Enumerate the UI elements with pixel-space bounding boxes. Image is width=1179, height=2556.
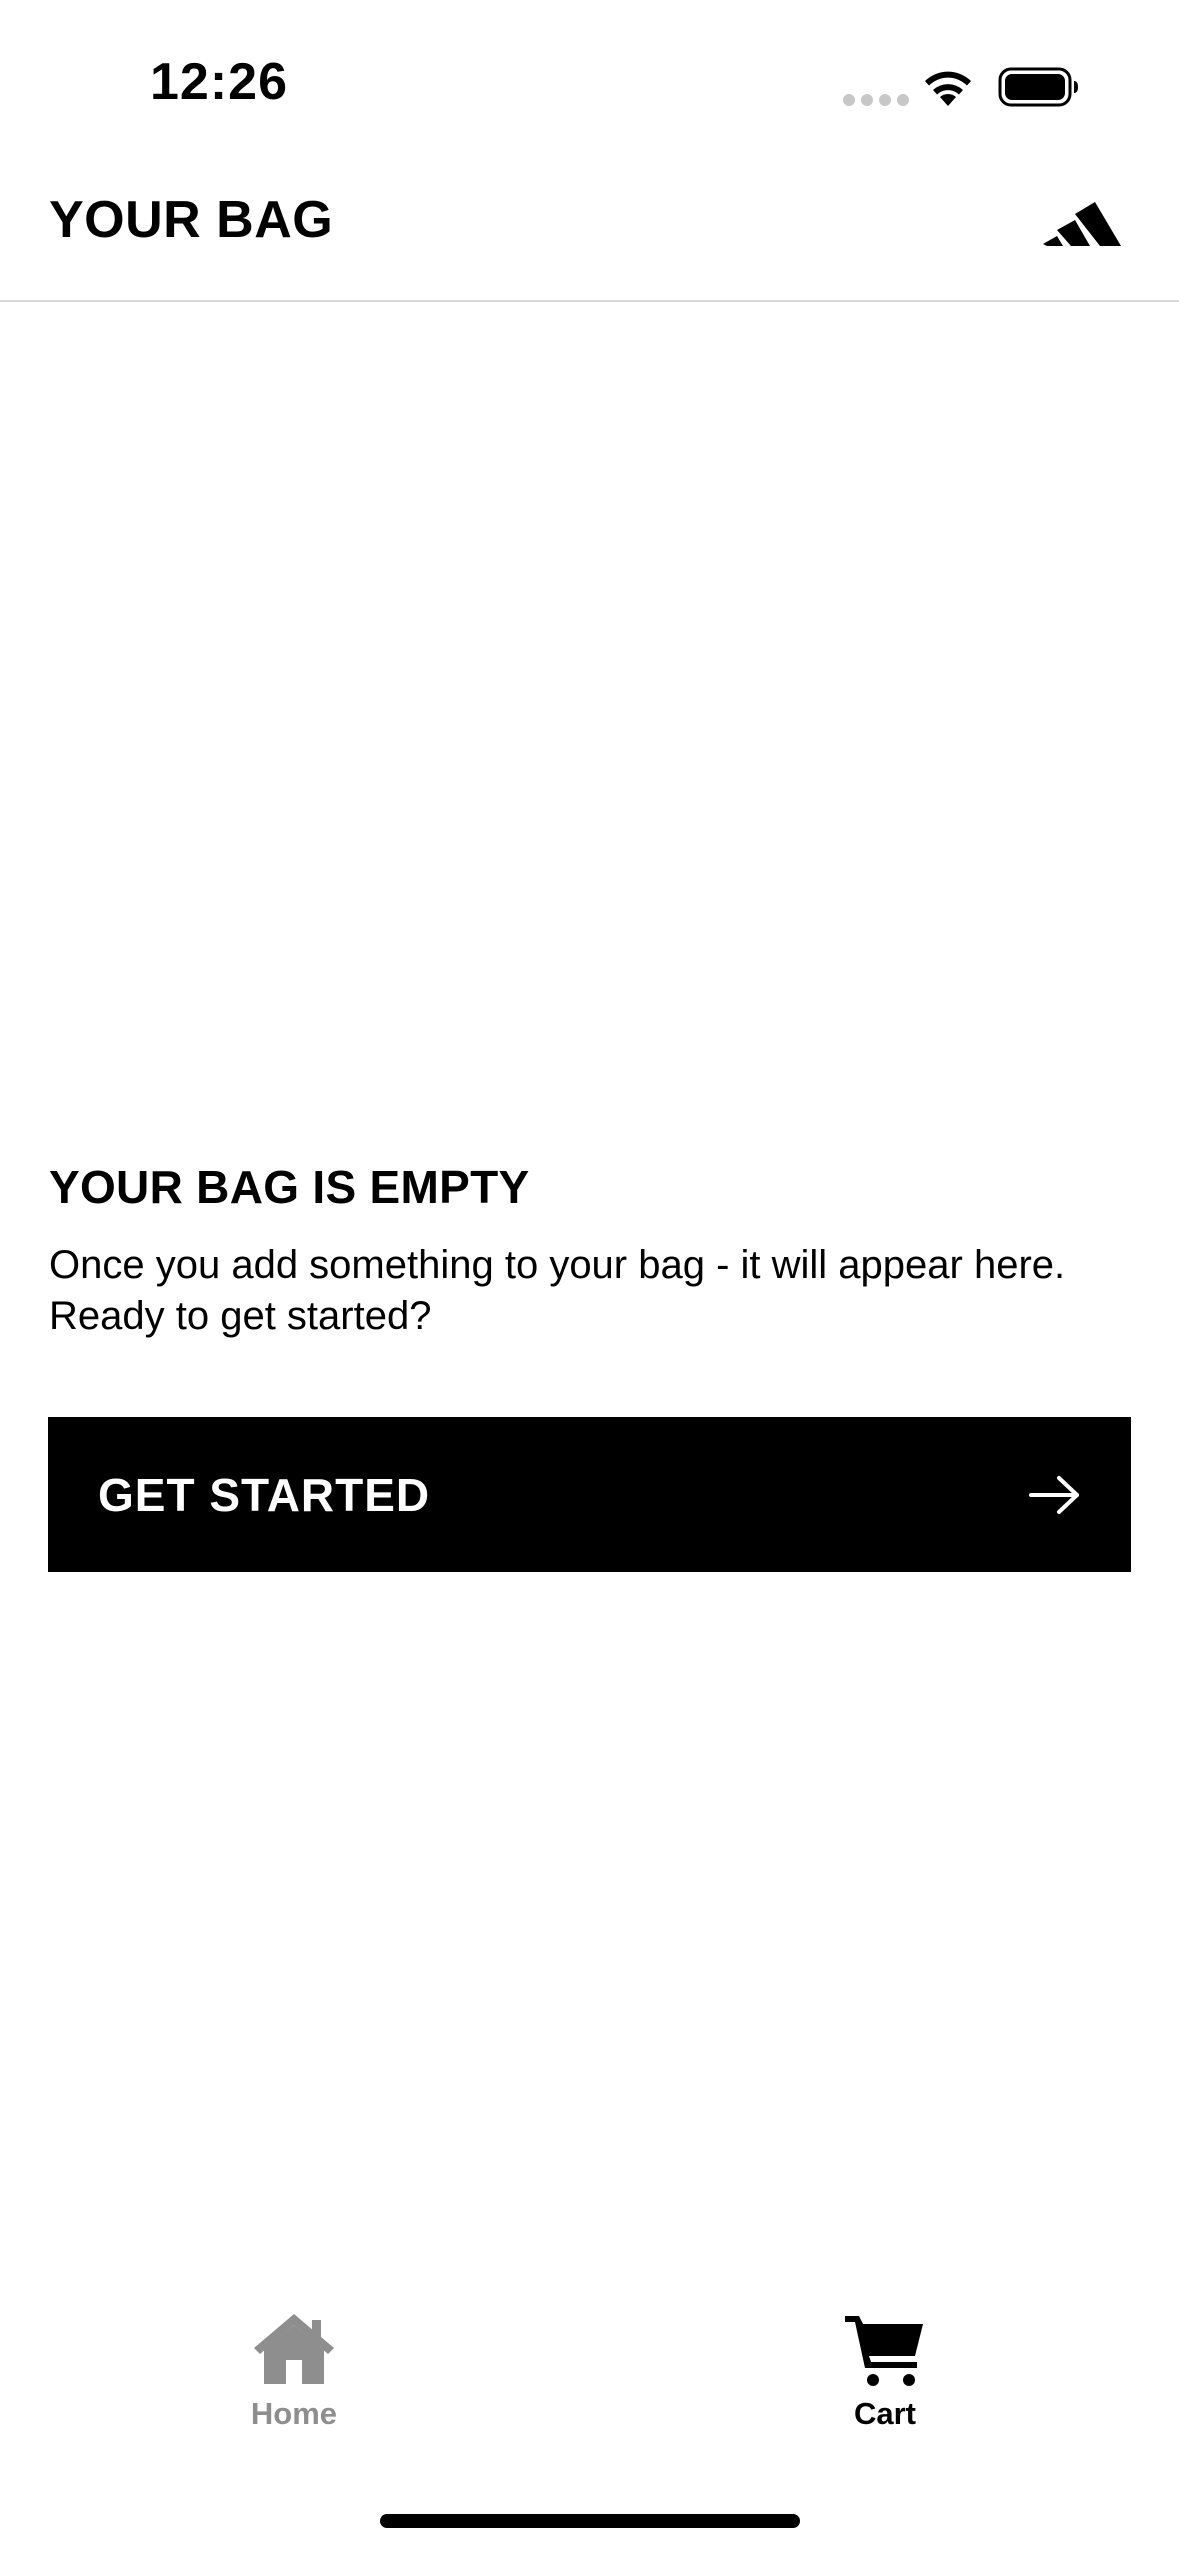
get-started-button[interactable]: GET STARTED: [48, 1417, 1131, 1572]
arrow-right-icon: [1029, 1475, 1079, 1514]
wifi-icon: [925, 71, 971, 106]
get-started-label: GET STARTED: [98, 1468, 431, 1521]
top-navigation-bar: YOUR BAG: [0, 160, 1179, 302]
tab-cart[interactable]: Cart: [755, 2310, 1015, 2432]
tab-home[interactable]: Home: [164, 2310, 424, 2432]
empty-bag-description: Once you add something to your bag - it …: [49, 1243, 1066, 1338]
empty-bag-title: YOUR BAG IS EMPTY: [49, 1161, 530, 1213]
home-indicator[interactable]: [380, 2514, 800, 2528]
status-time: 12:26: [150, 53, 288, 111]
cart-icon: [845, 2316, 923, 2386]
status-bar: 12:26: [0, 0, 1179, 160]
cellular-signal-icon: [843, 94, 909, 106]
home-icon: [254, 2314, 334, 2384]
tab-home-label: Home: [250, 2396, 338, 2431]
bottom-tab-bar: Home Cart: [0, 2310, 1179, 2460]
page-title: YOUR BAG: [49, 191, 334, 249]
tab-cart-label: Cart: [853, 2396, 916, 2431]
battery-icon: [998, 67, 1078, 107]
brand-stripes-logo[interactable]: [1043, 194, 1129, 250]
